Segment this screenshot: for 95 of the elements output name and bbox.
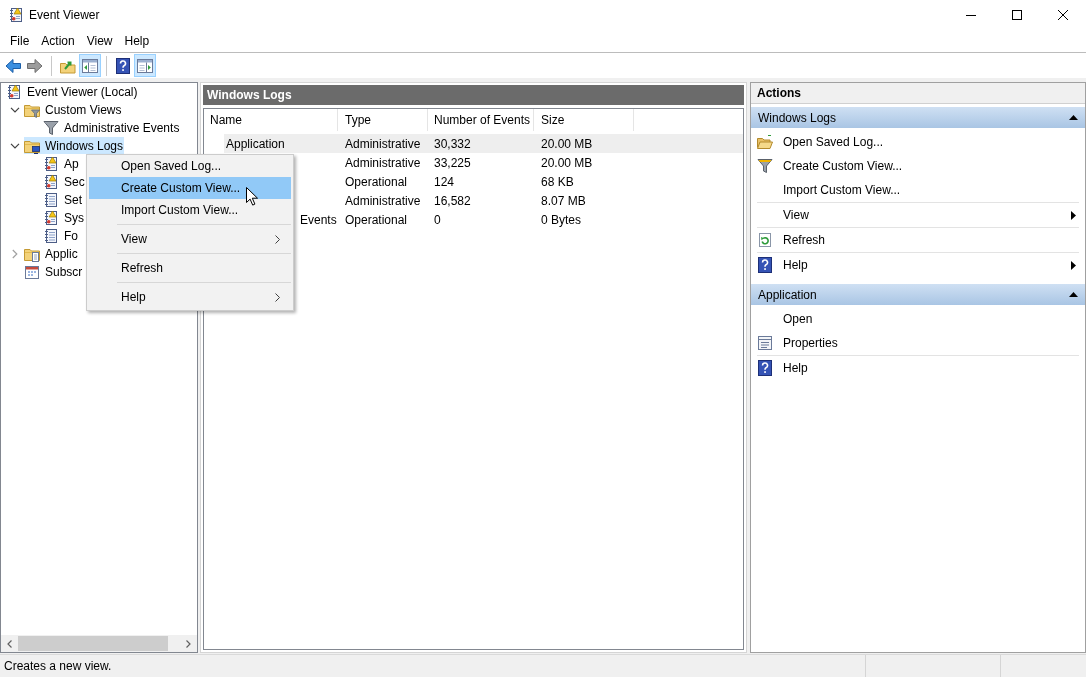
column-header[interactable]: Type: [338, 109, 428, 131]
table-cell-text: 124: [434, 173, 455, 191]
menu-item[interactable]: Help: [89, 286, 291, 308]
action-link[interactable]: View: [751, 203, 1085, 227]
arrow-right-icon: [27, 57, 43, 74]
tree-item[interactable]: Subscr: [24, 263, 84, 280]
pane-right-icon: [137, 57, 153, 74]
table-cell-text: 20.00 MB: [541, 154, 593, 172]
window-title: Event Viewer: [29, 7, 100, 24]
chevron-down-icon[interactable]: [10, 106, 20, 113]
action-link[interactable]: Help: [751, 356, 1085, 380]
tree-item[interactable]: Applic: [24, 245, 79, 262]
table-cell-text: 16,582: [434, 192, 471, 210]
table-row[interactable]: Application Administrative 30,332 20.00 MB: [224, 134, 743, 153]
menu-bar-item[interactable]: File: [4, 31, 36, 51]
tree-item[interactable]: Windows Logs: [24, 137, 125, 154]
menu-item[interactable]: Import Custom View...: [89, 199, 291, 221]
chevron-down-icon[interactable]: [10, 142, 20, 149]
open-folder-icon: [757, 134, 773, 150]
help-icon: [115, 57, 131, 74]
action-pane-toggle-button[interactable]: [134, 54, 156, 77]
scroll-right-icon[interactable]: [186, 639, 191, 648]
console-tree-toggle-button[interactable]: [79, 54, 101, 77]
tree-item[interactable]: Ap: [43, 155, 80, 172]
menu-item[interactable]: Open Saved Log...: [89, 155, 291, 177]
collapse-triangle-icon[interactable]: [1069, 292, 1078, 297]
table-cell-text: Events: [300, 211, 337, 229]
table-cell-text: 20.00 MB: [541, 135, 593, 153]
table-cell-text: Application: [226, 135, 285, 153]
action-link[interactable]: Create Custom View...: [751, 154, 1085, 178]
horizontal-scrollbar[interactable]: [1, 635, 197, 652]
action-link[interactable]: Open Saved Log...: [751, 130, 1085, 154]
column-header[interactable]: Size: [534, 109, 634, 131]
tree-item[interactable]: Custom Views: [24, 101, 123, 118]
properties-icon: [757, 335, 773, 351]
submenu-arrow-icon: [1071, 210, 1076, 220]
log-warning-icon: [43, 209, 59, 226]
table-cell-text: Administrative: [345, 192, 421, 210]
funnel-icon: [43, 119, 59, 136]
menu-item[interactable]: Refresh: [89, 257, 291, 279]
log-icon: [43, 227, 59, 244]
table-cell-text: Administrative: [345, 154, 421, 172]
funnel-icon: [757, 158, 773, 174]
help-icon: [757, 360, 773, 376]
menu-bar-item[interactable]: View: [80, 31, 119, 51]
action-link[interactable]: Help: [751, 253, 1085, 277]
tree-item[interactable]: Set: [43, 191, 83, 208]
table-cell-text: 68 KB: [541, 173, 574, 191]
table-cell-text: 0 Bytes: [541, 211, 582, 229]
close-icon: [1058, 10, 1068, 20]
tree-item[interactable]: Sec: [43, 173, 86, 190]
tree-item[interactable]: Administrative Events: [43, 119, 181, 136]
minimize-icon: [966, 14, 976, 16]
tree-item[interactable]: Sys: [43, 209, 85, 226]
log-icon: [43, 191, 59, 208]
column-header[interactable]: Name: [204, 109, 338, 131]
calendar-icon: [24, 263, 40, 280]
refresh-icon: [757, 232, 773, 248]
pane-title: Windows Logs: [203, 85, 744, 105]
column-header[interactable]: Number of Events: [428, 109, 534, 131]
mouse-pointer-icon: [246, 187, 258, 206]
table-cell-text: 30,332: [434, 135, 471, 153]
menu-bar-item[interactable]: Action: [35, 31, 81, 51]
section-header[interactable]: Application: [751, 284, 1085, 305]
tree-item[interactable]: Fo: [43, 227, 79, 244]
submenu-arrow-icon: [1071, 260, 1076, 270]
action-link[interactable]: Import Custom View...: [751, 178, 1085, 202]
chevron-right-icon: [275, 292, 280, 302]
pane-left-icon: [82, 57, 98, 74]
menu-item[interactable]: View: [89, 228, 291, 250]
action-link[interactable]: Open: [751, 307, 1085, 331]
tree-item[interactable]: Event Viewer (Local): [6, 83, 139, 100]
scrollbar-thumb[interactable]: [18, 636, 168, 651]
log-warning-icon: [43, 155, 59, 172]
table-cell-text: 0: [434, 211, 441, 229]
log-warning-icon: [8, 7, 24, 23]
table-cell-text: Administrative: [345, 135, 421, 153]
scroll-left-icon[interactable]: [7, 639, 12, 648]
table-cell-text: 33,225: [434, 154, 471, 172]
help-icon: [757, 257, 773, 273]
action-link[interactable]: Properties: [751, 331, 1085, 355]
arrow-left-icon: [5, 57, 21, 74]
status-text: Creates a new view.: [4, 658, 112, 675]
table-cell-text: 8.07 MB: [541, 192, 586, 210]
table-cell-text: Operational: [345, 173, 408, 191]
section-header[interactable]: Windows Logs: [751, 107, 1085, 128]
menu-bar-item[interactable]: Help: [118, 31, 156, 51]
collapse-triangle-icon[interactable]: [1069, 115, 1078, 120]
table-cell-text: Operational: [345, 211, 408, 229]
pane-title: Actions: [751, 83, 1085, 104]
chevron-right-icon: [275, 234, 280, 244]
action-link[interactable]: Refresh: [751, 228, 1085, 252]
menu-item[interactable]: Create Custom View...: [89, 177, 291, 199]
maximize-icon: [1012, 10, 1022, 20]
log-warning-icon: [43, 173, 59, 190]
